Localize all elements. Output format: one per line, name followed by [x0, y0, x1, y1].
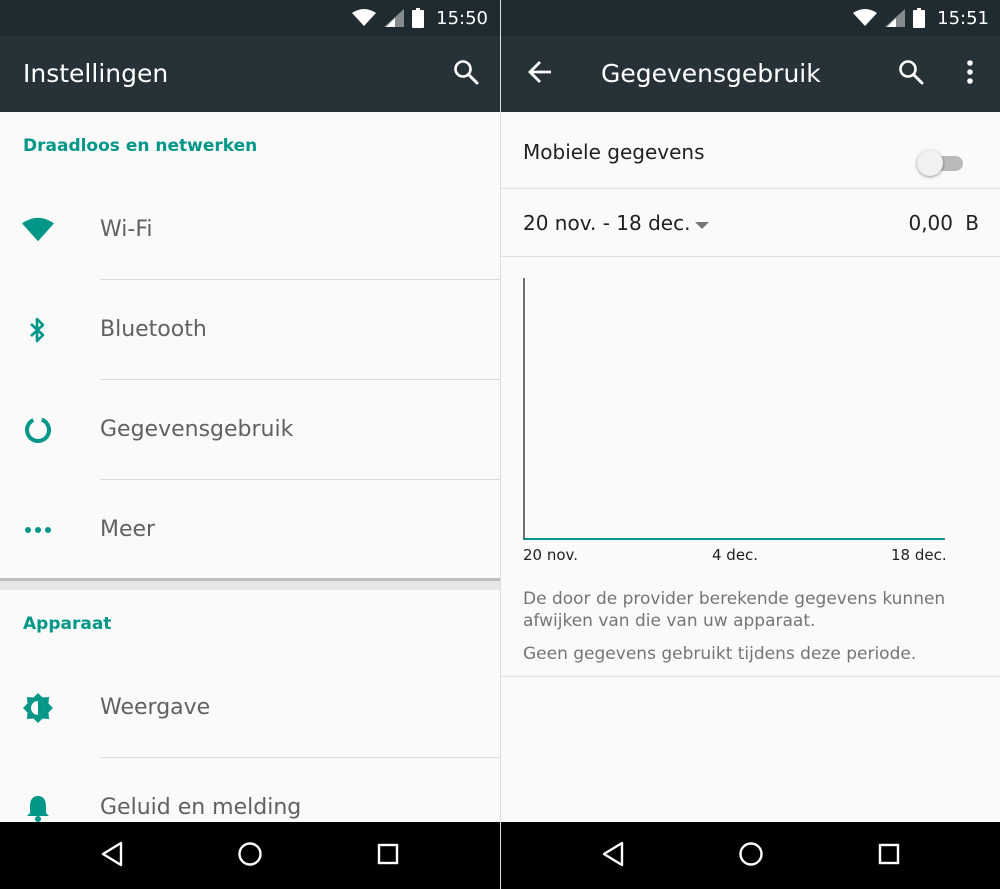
wifi-signal-icon [853, 9, 878, 27]
battery-icon [913, 8, 926, 28]
nav-home-button[interactable] [731, 836, 771, 876]
status-bar: 15:51 [501, 0, 1000, 36]
settings-screen: 15:50 Instellingen Draadloos en netwerke… [0, 0, 500, 889]
page-title: Gegevensgebruik [601, 59, 821, 88]
search-button[interactable] [887, 50, 935, 98]
nav-recents-button[interactable] [869, 836, 909, 876]
x-tick-label: 4 dec. [712, 546, 759, 564]
home-circle-icon [738, 841, 764, 871]
section-header-device: Apparaat [23, 614, 112, 634]
bell-icon [22, 794, 54, 822]
settings-item-label: Bluetooth [100, 317, 207, 342]
wifi-signal-icon [352, 9, 377, 27]
cell-signal-icon [885, 9, 906, 27]
back-triangle-icon [100, 841, 124, 871]
home-circle-icon [237, 841, 263, 871]
section-header-wireless: Draadloos en netwerken [23, 136, 258, 156]
clock: 15:51 [937, 7, 989, 29]
cell-signal-icon [384, 9, 405, 27]
page-title: Instellingen [23, 59, 169, 88]
navigation-bar [501, 822, 1000, 889]
status-bar: 15:50 [0, 0, 500, 36]
nav-back-button[interactable] [593, 836, 633, 876]
data-amount: 0,00 [908, 211, 953, 235]
settings-item-wifi[interactable]: Wi-Fi [0, 180, 500, 280]
nav-home-button[interactable] [230, 836, 270, 876]
search-button[interactable] [442, 50, 490, 98]
search-icon [898, 59, 924, 89]
mobile-data-toggle[interactable] [917, 148, 967, 178]
app-bar: Gegevensgebruik [501, 36, 1000, 112]
wifi-icon [22, 216, 54, 244]
x-tick-label: 18 dec. [891, 546, 947, 564]
search-icon [453, 59, 479, 89]
no-data-note: Geen gegevens gebruikt tijdens deze peri… [523, 644, 917, 664]
recents-square-icon [877, 842, 901, 870]
data-usage-icon [22, 416, 54, 444]
settings-item-display[interactable]: Weergave [0, 658, 500, 758]
brightness-icon [22, 693, 54, 723]
mobile-data-row[interactable]: Mobiele gegevens [501, 112, 1000, 189]
battery-icon [412, 8, 425, 28]
overflow-menu-icon [966, 59, 974, 89]
nav-back-button[interactable] [92, 836, 132, 876]
x-tick-label: 20 nov. [523, 546, 579, 564]
nav-recents-button[interactable] [368, 836, 408, 876]
overflow-menu-button[interactable] [946, 50, 994, 98]
data-usage-screen: 15:51 Gegevensgebruik Mobiele gegevens 2… [500, 0, 1000, 889]
more-dots-icon [22, 516, 54, 544]
toggle-thumb [917, 150, 943, 176]
navigation-bar [0, 822, 500, 889]
settings-item-label: Meer [100, 517, 156, 542]
mobile-data-label: Mobiele gegevens [523, 140, 705, 164]
clock: 15:50 [436, 7, 488, 29]
settings-item-more[interactable]: Meer [0, 480, 500, 580]
provider-note: De door de provider berekende gegevens k… [523, 589, 946, 631]
billing-cycle-selector[interactable]: 20 nov. - 18 dec. [523, 211, 690, 235]
settings-item-label: Wi-Fi [100, 217, 153, 242]
settings-item-label: Gegevensgebruik [100, 417, 294, 442]
data-usage-chart [523, 278, 945, 540]
back-arrow-icon [527, 60, 553, 88]
bluetooth-icon [22, 316, 54, 344]
back-triangle-icon [601, 841, 625, 871]
settings-item-label: Weergave [100, 695, 211, 720]
app-bar: Instellingen [0, 36, 500, 112]
settings-item-bluetooth[interactable]: Bluetooth [0, 280, 500, 380]
back-button[interactable] [516, 50, 564, 98]
settings-item-data-usage[interactable]: Gegevensgebruik [0, 380, 500, 480]
divider [501, 676, 1000, 677]
data-unit: B [965, 211, 979, 235]
recents-square-icon [376, 842, 400, 870]
section-separator [0, 578, 500, 590]
dropdown-arrow-icon[interactable] [695, 222, 709, 229]
billing-cycle-row: 20 nov. - 18 dec. 0,00 B [501, 189, 1000, 257]
